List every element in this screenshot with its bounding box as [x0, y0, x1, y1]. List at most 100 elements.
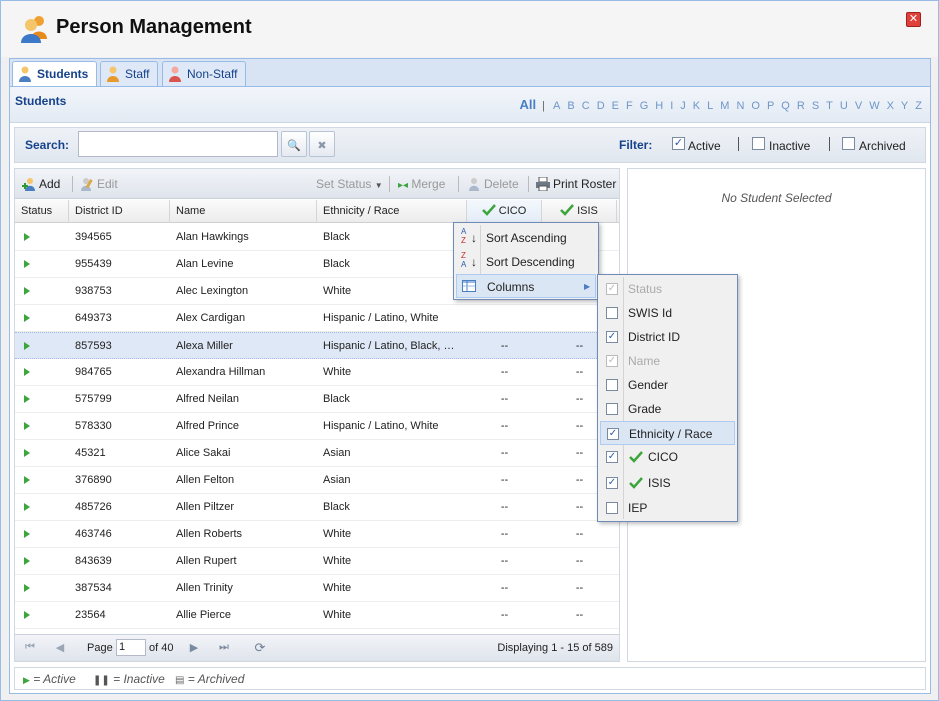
- table-row[interactable]: 387534 Allen Trinity White -- --: [15, 575, 619, 602]
- table-row[interactable]: 843639 Allen Rupert White -- --: [15, 548, 619, 575]
- alpha-letter[interactable]: L: [707, 100, 713, 112]
- alpha-letter[interactable]: H: [655, 100, 663, 112]
- alpha-letter[interactable]: S: [812, 100, 819, 112]
- alpha-letter[interactable]: P: [767, 100, 774, 112]
- refresh-icon[interactable]: ⟳: [253, 640, 267, 655]
- edit-user-icon: [81, 178, 93, 191]
- section-header: Students All | ABCDEFGHIJKLMNOPQRSTUVWXY…: [10, 87, 930, 123]
- checkbox[interactable]: [606, 502, 618, 514]
- alpha-letter[interactable]: Y: [901, 100, 908, 112]
- table-row[interactable]: 23564 Allie Pierce White -- --: [15, 602, 619, 629]
- table-row[interactable]: 578330 Alfred Prince Hispanic / Latino, Wh…: [15, 413, 619, 440]
- filter-archived-checkbox[interactable]: [842, 137, 855, 150]
- column-header-name[interactable]: Name: [170, 200, 317, 223]
- alpha-letter[interactable]: E: [612, 100, 619, 112]
- tab-students[interactable]: Students: [12, 61, 98, 88]
- cell-ethnicity: Asian: [323, 474, 351, 486]
- column-header-cico[interactable]: CICO: [467, 200, 542, 223]
- filter-inactive-checkbox[interactable]: [752, 137, 765, 150]
- alpha-letter[interactable]: A: [553, 100, 560, 112]
- page-count: of 40: [149, 642, 174, 654]
- table-row[interactable]: 857593 Alexa Miller Hispanic / Latino, Bla…: [15, 332, 619, 359]
- column-toggle-grade[interactable]: Grade: [600, 397, 735, 421]
- alpha-letter[interactable]: O: [751, 100, 760, 112]
- delete-button[interactable]: Delete: [467, 177, 519, 191]
- add-button[interactable]: Add: [22, 177, 60, 191]
- column-toggle-district-id[interactable]: ✓ District ID: [600, 325, 735, 349]
- columns-item[interactable]: Columns ▶: [456, 274, 596, 298]
- table-row[interactable]: 575799 Alfred Neilan Black -- --: [15, 386, 619, 413]
- checkbox[interactable]: ✓: [606, 451, 618, 463]
- page-label: Page: [87, 642, 113, 654]
- column-header-status[interactable]: Status: [15, 200, 69, 223]
- cell-ethnicity: Hispanic / Latino, White: [323, 420, 439, 432]
- tab-non-staff[interactable]: Non-Staff: [162, 61, 247, 87]
- alpha-letter[interactable]: W: [869, 100, 879, 112]
- merge-button[interactable]: ▸◂ Merge: [398, 177, 445, 191]
- alpha-letter[interactable]: C: [582, 100, 590, 112]
- first-page-icon[interactable]: ⏮: [23, 641, 37, 655]
- alpha-letter[interactable]: U: [840, 100, 848, 112]
- checkbox[interactable]: ✓: [606, 331, 618, 343]
- clear-search-button[interactable]: ✖: [309, 131, 335, 157]
- close-icon[interactable]: ✕: [906, 12, 921, 27]
- checkbox[interactable]: [606, 403, 618, 415]
- column-toggle-ethnicity-race[interactable]: ✓ Ethnicity / Race: [600, 421, 735, 445]
- search-button[interactable]: 🔍: [281, 131, 307, 157]
- alpha-letter[interactable]: X: [887, 100, 894, 112]
- column-toggle-swis-id[interactable]: SWIS Id: [600, 301, 735, 325]
- tab-staff[interactable]: Staff: [100, 61, 159, 87]
- column-header-ethnicity[interactable]: Ethnicity / Race: [317, 200, 467, 223]
- sort-descending-item[interactable]: ZA ↓ Sort Descending: [456, 250, 596, 274]
- table-row[interactable]: 45321 Alice Sakai Asian -- --: [15, 440, 619, 467]
- alpha-letter[interactable]: T: [826, 100, 833, 112]
- page-number-input[interactable]: 1: [116, 639, 146, 656]
- prev-page-icon[interactable]: ◀: [53, 641, 67, 655]
- search-input[interactable]: [78, 131, 278, 157]
- cell-cico: --: [500, 420, 509, 432]
- alpha-letter[interactable]: Z: [915, 100, 922, 112]
- alpha-letter[interactable]: I: [670, 100, 673, 112]
- table-row[interactable]: 485726 Allen Piltzer Black -- --: [15, 494, 619, 521]
- column-header-district-id[interactable]: District ID: [69, 200, 170, 223]
- column-toggle-cico[interactable]: ✓ CICO: [600, 445, 735, 469]
- column-toggle-iep[interactable]: IEP: [600, 496, 735, 520]
- set-status-button[interactable]: Set Status ▼: [316, 177, 383, 191]
- checkbox[interactable]: [606, 307, 618, 319]
- checkbox[interactable]: ✓: [607, 428, 619, 440]
- alpha-letter[interactable]: V: [855, 100, 862, 112]
- chevron-down-icon: ▼: [374, 181, 383, 190]
- last-page-icon[interactable]: ⏭: [217, 641, 231, 655]
- alpha-letter[interactable]: M: [720, 100, 729, 112]
- alpha-letter[interactable]: B: [567, 100, 574, 112]
- alpha-all[interactable]: All: [519, 97, 536, 112]
- alpha-letter[interactable]: Q: [781, 100, 790, 112]
- alpha-letter[interactable]: N: [736, 100, 744, 112]
- column-toggle-isis[interactable]: ✓ ISIS: [600, 471, 735, 495]
- column-header-isis[interactable]: ISIS: [542, 200, 617, 223]
- alpha-letter[interactable]: G: [640, 100, 649, 112]
- cell-name: Alice Sakai: [176, 447, 231, 459]
- cell-ethnicity: White: [323, 609, 352, 621]
- cell-district-id: 485726: [75, 501, 112, 513]
- table-row[interactable]: 463746 Allen Roberts White -- --: [15, 521, 619, 548]
- sort-ascending-item[interactable]: AZ ↓ Sort Ascending: [456, 226, 596, 250]
- alpha-letter[interactable]: R: [797, 100, 805, 112]
- filter-active-checkbox[interactable]: ✓: [672, 137, 685, 150]
- print-roster-button[interactable]: Print Roster: [536, 177, 616, 191]
- alpha-letter[interactable]: F: [626, 100, 633, 112]
- alpha-letter[interactable]: K: [693, 100, 700, 112]
- checkbox[interactable]: [606, 379, 618, 391]
- table-row[interactable]: 984765 Alexandra Hillman White -- --: [15, 359, 619, 386]
- edit-button[interactable]: Edit: [80, 177, 118, 191]
- pause-icon: ❚❚: [93, 675, 110, 686]
- alpha-letter[interactable]: D: [597, 100, 605, 112]
- next-page-icon[interactable]: ▶: [187, 641, 201, 655]
- alpha-letter[interactable]: J: [680, 100, 686, 112]
- table-row[interactable]: 649373 Alex Cardigan Hispanic / Latino, Wh…: [15, 305, 619, 332]
- column-toggle-gender[interactable]: Gender: [600, 373, 735, 397]
- table-row[interactable]: 376890 Allen Felton Asian -- --: [15, 467, 619, 494]
- search-label: Search:: [25, 138, 70, 152]
- cell-cico: --: [500, 366, 509, 378]
- checkbox[interactable]: ✓: [606, 477, 618, 489]
